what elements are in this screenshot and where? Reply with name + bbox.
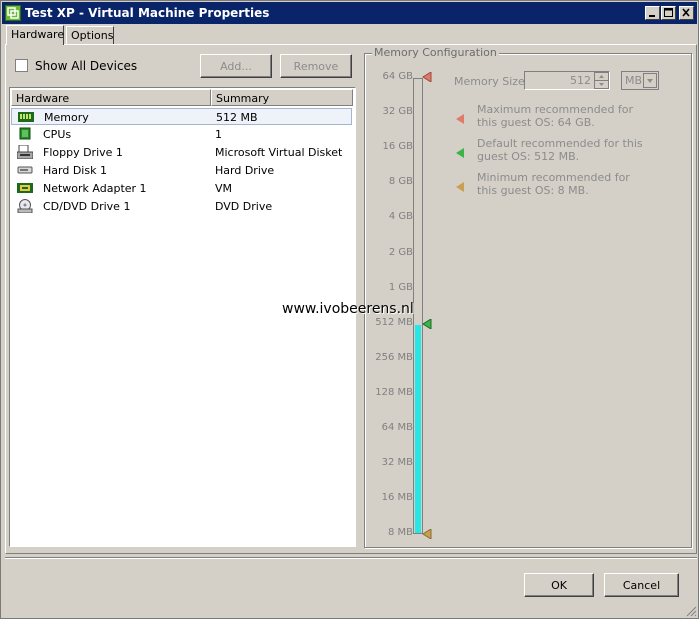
- table-row[interactable]: Floppy Drive 1 Microsoft Virtual Disket.…: [11, 144, 352, 161]
- resize-grip-icon[interactable]: [685, 605, 697, 617]
- row-name: Network Adapter 1: [43, 182, 147, 195]
- title-bar: Test XP - Virtual Machine Properties: [2, 2, 697, 24]
- scale-label: 32 MB: [381, 457, 413, 468]
- legend-default-marker-icon: [456, 148, 464, 158]
- chevron-down-icon: [643, 73, 657, 88]
- memory-unit-select[interactable]: MB: [621, 71, 659, 90]
- row-name: Memory: [44, 111, 89, 124]
- vm-app-icon: [5, 5, 21, 21]
- cd-dvd-icon: [17, 199, 33, 213]
- minimize-icon: [649, 15, 655, 17]
- minimize-button[interactable]: [645, 6, 660, 20]
- row-summary: 1: [215, 128, 222, 141]
- show-all-devices-checkbox[interactable]: [15, 59, 28, 72]
- memory-unit-value: MB: [625, 74, 643, 87]
- tab-options-label: Options: [71, 29, 114, 42]
- legend-max-text: Maximum recommended for this guest OS: 6…: [477, 103, 634, 129]
- row-summary: Hard Drive: [215, 164, 275, 177]
- max-recommended-marker-icon: [422, 72, 432, 82]
- watermark: www.ivobeerens.nl: [282, 301, 414, 317]
- close-button[interactable]: [679, 6, 694, 20]
- scale-label: 128 MB: [375, 387, 413, 398]
- tab-hardware-label: Hardware: [11, 28, 65, 41]
- remove-button[interactable]: Remove: [280, 54, 352, 78]
- scale-label: 16 MB: [381, 492, 413, 503]
- tab-options[interactable]: Options: [66, 26, 114, 45]
- column-header-summary[interactable]: Summary: [211, 89, 353, 106]
- scale-label: 16 GB: [382, 141, 413, 152]
- memory-slider-track[interactable]: [413, 78, 423, 534]
- table-row[interactable]: CD/DVD Drive 1 DVD Drive: [11, 198, 352, 215]
- row-summary: DVD Drive: [215, 200, 273, 213]
- column-header-hardware[interactable]: Hardware: [11, 89, 211, 106]
- legend-min-text: Minimum recommended for this guest OS: 8…: [477, 171, 630, 197]
- vm-properties-window: Test XP - Virtual Machine Properties Har…: [0, 0, 699, 619]
- add-button[interactable]: Add...: [200, 54, 272, 78]
- maximize-icon: [664, 8, 673, 17]
- row-name: Floppy Drive 1: [43, 146, 123, 159]
- memory-icon: [18, 112, 34, 122]
- table-row[interactable]: Hard Disk 1 Hard Drive: [11, 162, 352, 179]
- ok-button[interactable]: OK: [524, 573, 594, 597]
- legend-max-marker-icon: [456, 114, 464, 124]
- min-recommended-marker-icon: [422, 529, 432, 539]
- row-name: Hard Disk 1: [43, 164, 107, 177]
- scale-label: 1 GB: [388, 282, 413, 293]
- footer-separator: [5, 557, 697, 559]
- default-recommended-marker-icon[interactable]: [422, 319, 432, 329]
- scale-label: 32 GB: [382, 106, 413, 117]
- row-summary: VM: [215, 182, 233, 195]
- scale-label: 4 GB: [388, 211, 413, 222]
- scale-label: 256 MB: [375, 352, 413, 363]
- scale-label: 8 GB: [388, 176, 413, 187]
- row-summary: 512 MB: [216, 111, 258, 124]
- cancel-button[interactable]: Cancel: [604, 573, 679, 597]
- floppy-icon: [17, 145, 33, 159]
- row-name: CD/DVD Drive 1: [43, 200, 131, 213]
- hard-disk-icon: [17, 166, 33, 174]
- hardware-list: Hardware Summary Memory 512 MB CPUs 1 Fl…: [9, 87, 356, 547]
- memory-size-spinner[interactable]: [594, 72, 609, 89]
- memory-slider-fill: [415, 325, 421, 533]
- cpu-icon: [19, 127, 31, 140]
- table-row[interactable]: Network Adapter 1 VM: [11, 180, 352, 197]
- scale-label: 2 GB: [388, 247, 413, 258]
- network-adapter-icon: [17, 183, 33, 193]
- scale-label: 64 MB: [381, 422, 413, 433]
- close-icon: [682, 8, 690, 17]
- window-title: Test XP - Virtual Machine Properties: [25, 6, 270, 20]
- show-all-devices-label: Show All Devices: [35, 59, 138, 73]
- legend-default-text: Default recommended for this guest OS: 5…: [477, 137, 643, 163]
- maximize-button[interactable]: [661, 6, 676, 20]
- table-row[interactable]: CPUs 1: [11, 126, 352, 143]
- tab-hardware[interactable]: Hardware: [6, 25, 64, 45]
- legend-min-marker-icon: [456, 182, 464, 192]
- scale-label: 512 MB: [375, 317, 413, 328]
- scale-label: 8 MB: [387, 527, 413, 538]
- table-row[interactable]: Memory 512 MB: [11, 108, 352, 125]
- row-summary: Microsoft Virtual Disket...: [215, 146, 343, 159]
- memory-size-label: Memory Size:: [454, 75, 529, 88]
- scale-label: 64 GB: [382, 71, 413, 82]
- row-name: CPUs: [43, 128, 72, 141]
